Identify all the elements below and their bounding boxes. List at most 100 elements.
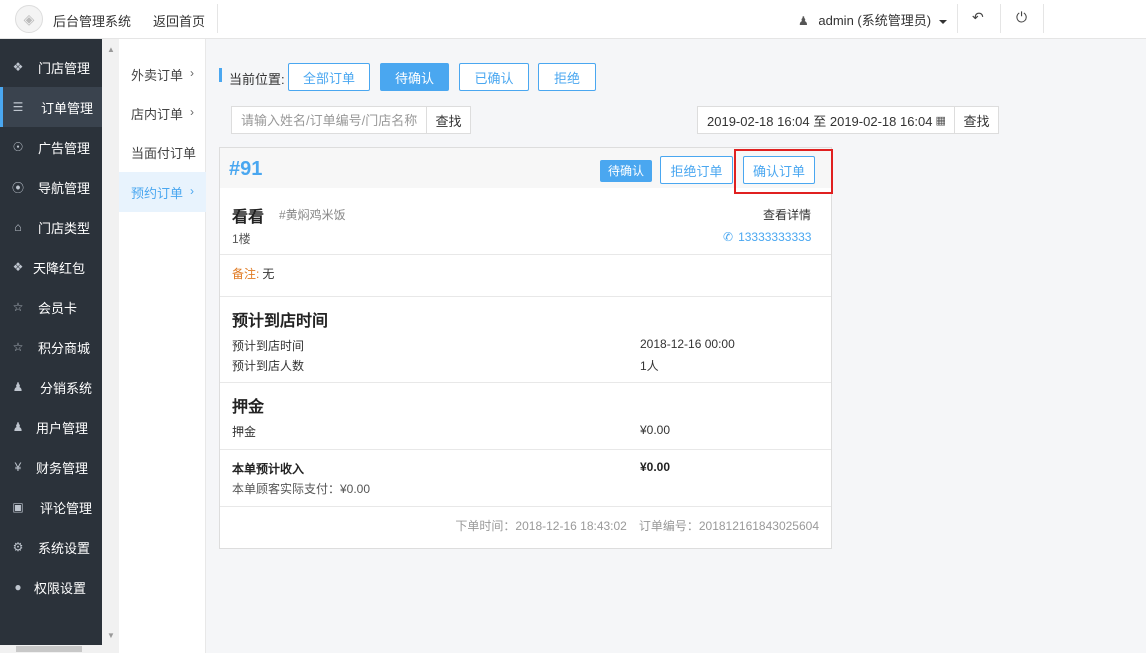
- tab-pending[interactable]: 待确认: [380, 63, 449, 91]
- sidebar-item-label: 用户管理: [36, 420, 89, 436]
- tab-confirmed[interactable]: 已确认: [459, 63, 529, 91]
- sidebar-item-label: 权限设置: [34, 580, 87, 596]
- sidebar-item-member-card[interactable]: ☆ 会员卡: [0, 287, 102, 327]
- user-menu[interactable]: ♟ admin (系统管理员): [798, 10, 947, 29]
- horizontal-scrollbar[interactable]: [0, 645, 102, 653]
- phone-number: 13333333333: [738, 230, 812, 244]
- arrival-time-label: 预计到店时间: [232, 339, 305, 353]
- sidebar-item-nav[interactable]: ⦿ 导航管理: [0, 167, 102, 207]
- subnav-item-takeout[interactable]: 外卖订单 ›: [119, 54, 206, 94]
- divider: [957, 4, 958, 33]
- cubes-icon: ❖: [12, 260, 24, 274]
- sidebar-item-settings[interactable]: ⚙ 系统设置: [0, 527, 102, 567]
- subnav-item-dine-in[interactable]: 店内订单 ›: [119, 93, 206, 133]
- undo-icon[interactable]: ↶: [972, 9, 984, 26]
- deposit-value: ¥0.00: [640, 423, 671, 437]
- divider: [1043, 4, 1044, 33]
- search-input[interactable]: [231, 106, 427, 134]
- sidebar-item-ads[interactable]: ☉ 广告管理: [0, 127, 102, 167]
- divider: [220, 449, 831, 450]
- scroll-thumb[interactable]: [16, 646, 82, 652]
- sidebar-item-store[interactable]: ❖ 门店管理: [0, 47, 102, 87]
- sidebar-item-users[interactable]: ♟ 用户管理: [0, 407, 102, 447]
- date-range-picker[interactable]: 2019-02-18 16:04 至 2019-02-18 16:04 ▦: [697, 106, 955, 134]
- view-details-link[interactable]: 查看详情: [763, 206, 811, 223]
- subnav-item-label: 预约订单: [131, 185, 184, 201]
- sidebar: ❖ 门店管理 ☰ 订单管理 ☉ 广告管理 ⦿ 导航管理 ⌂ 门店类型 ❖ 天降红包 ☆ 会员卡…: [0, 39, 102, 653]
- order-serial: 订单编号：201812161843025604: [638, 519, 819, 533]
- chevron-right-icon: ›: [190, 66, 194, 80]
- power-icon[interactable]: ⏻: [1016, 9, 1027, 26]
- remark: 备注: 无: [232, 265, 274, 282]
- lifebuoy-icon: ☉: [12, 140, 24, 154]
- subnav-item-label: 外卖订单: [131, 67, 184, 83]
- tab-all-orders[interactable]: 全部订单: [288, 63, 370, 91]
- sidebar-item-label: 导航管理: [38, 180, 91, 196]
- divider: [220, 254, 831, 255]
- app-title: 后台管理系统: [53, 14, 132, 29]
- order-number: #91: [229, 158, 263, 180]
- divider: [220, 296, 831, 297]
- bank-icon: ⌂: [14, 220, 22, 234]
- star-icon: ☆: [12, 300, 24, 314]
- yen-icon: ¥: [14, 460, 22, 474]
- star-icon: ☆: [12, 340, 24, 354]
- sidebar-item-label: 财务管理: [36, 460, 89, 476]
- money-icon: ▣: [12, 500, 24, 514]
- user-icon: ♟: [798, 14, 809, 28]
- tab-rejected[interactable]: 拒绝: [538, 63, 596, 91]
- sidebar-item-label: 门店管理: [38, 60, 91, 76]
- scroll-down-icon[interactable]: ▼: [107, 631, 115, 640]
- subnav-item-face-pay[interactable]: 当面付订单: [119, 132, 206, 172]
- phone-icon: ✆: [723, 230, 734, 244]
- subnav-item-label: 店内订单: [131, 106, 184, 122]
- sidebar-item-distribution[interactable]: ♟ 分销系统: [0, 367, 102, 407]
- confirm-order-button[interactable]: 确认订单: [743, 156, 815, 184]
- sidebar-item-finance[interactable]: ¥ 财务管理: [0, 447, 102, 487]
- remark-label: 备注:: [232, 267, 260, 281]
- breadcrumb: 当前位置:: [229, 72, 285, 87]
- order-time: 下单时间：2018-12-16 18:43:02: [455, 519, 627, 533]
- sidebar-item-orders[interactable]: ☰ 订单管理: [0, 87, 102, 127]
- sub-nav: 外卖订单 › 店内订单 › 当面付订单 预约订单 ›: [119, 39, 206, 653]
- sidebar-item-label: 天降红包: [33, 260, 86, 276]
- user-icon: ♟: [12, 420, 24, 434]
- remark-value: 无: [262, 267, 275, 281]
- store-tag: #黄焖鸡米饭: [279, 208, 346, 222]
- reject-order-button[interactable]: 拒绝订单: [660, 156, 733, 184]
- sidebar-scrollbar[interactable]: ▲ ▼: [102, 39, 119, 653]
- calendar-icon: ▦: [935, 114, 946, 127]
- divider: [220, 382, 831, 383]
- subnav-item-reservation[interactable]: 预约订单 ›: [119, 172, 206, 212]
- phone-link[interactable]: ✆ 13333333333: [723, 230, 811, 244]
- sidebar-item-red-packet[interactable]: ❖ 天降红包: [0, 247, 102, 287]
- status-badge: 待确认: [600, 160, 653, 182]
- sidebar-item-label: 系统设置: [38, 540, 91, 556]
- order-card: #91 待确认 拒绝订单 确认订单 看看 #黄焖鸡米饭 查看详情 1楼 ✆ 133…: [219, 147, 833, 549]
- sidebar-item-permissions[interactable]: ● 权限设置: [0, 567, 102, 607]
- sidebar-item-store-type[interactable]: ⌂ 门店类型: [0, 207, 102, 247]
- sidebar-item-points-mall[interactable]: ☆ 积分商城: [0, 327, 102, 367]
- arrival-people-label: 预计到店人数: [232, 359, 305, 373]
- top-bar: ◈ 后台管理系统 返回首页 ♟ admin (系统管理员) ↶ ⏻: [0, 0, 1146, 39]
- sidebar-item-label: 评论管理: [40, 500, 93, 516]
- logo-icon[interactable]: ◈: [15, 5, 43, 33]
- customer-name: 看看: [232, 209, 265, 226]
- arrival-time-value: 2018-12-16 00:00: [640, 337, 735, 351]
- arrival-people-value: 1人: [640, 359, 659, 373]
- sidebar-item-comments[interactable]: ▣ 评论管理: [0, 487, 102, 527]
- order-card-header: [220, 148, 831, 188]
- search-button[interactable]: 查找: [426, 106, 471, 134]
- lock-icon: ●: [14, 580, 22, 594]
- back-home-link[interactable]: 返回首页: [153, 11, 205, 30]
- date-search-button[interactable]: 查找: [954, 106, 999, 134]
- compass-icon: ⦿: [11, 180, 24, 195]
- subnav-item-label: 当面付订单: [131, 145, 197, 161]
- scroll-up-icon[interactable]: ▲: [107, 45, 115, 54]
- arrival-section-title: 预计到店时间: [232, 313, 329, 330]
- income-label: 本单预计收入: [232, 462, 305, 476]
- chevron-right-icon: ›: [190, 184, 194, 198]
- income-value: ¥0.00: [640, 460, 671, 474]
- sidebar-item-label: 订单管理: [41, 100, 94, 116]
- sidebar-item-label: 广告管理: [38, 140, 91, 156]
